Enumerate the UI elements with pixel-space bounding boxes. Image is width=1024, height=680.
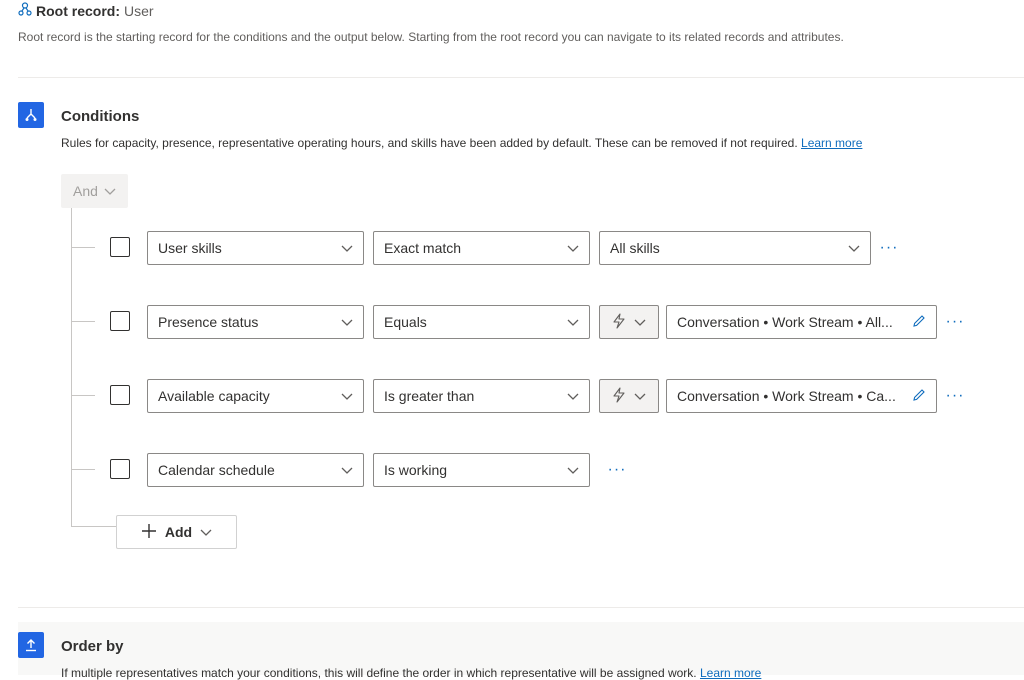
- chevron-down-icon: [104, 183, 116, 199]
- more-options-icon[interactable]: ···: [605, 460, 629, 480]
- order-by-learn-more-link[interactable]: Learn more: [700, 666, 761, 680]
- tree-branch: [71, 526, 117, 527]
- chevron-down-icon: [341, 240, 353, 256]
- lightning-icon: [612, 312, 626, 332]
- value-dropdown[interactable]: All skills: [599, 231, 871, 265]
- attribute-dropdown[interactable]: Presence status: [147, 305, 364, 339]
- section-divider: [18, 607, 1024, 608]
- conditions-description: Rules for capacity, presence, representa…: [61, 136, 863, 150]
- group-operator-dropdown[interactable]: And: [61, 174, 128, 208]
- chevron-down-icon: [567, 388, 579, 404]
- group-operator-label: And: [73, 183, 98, 199]
- pencil-icon[interactable]: [912, 388, 926, 405]
- chevron-down-icon: [634, 388, 646, 404]
- order-by-icon: [18, 632, 44, 658]
- more-options-icon[interactable]: ···: [943, 386, 967, 406]
- dynamic-value-field[interactable]: Conversation • Work Stream • Ca...: [666, 379, 937, 413]
- lightning-icon: [612, 386, 626, 406]
- add-condition-button[interactable]: Add: [116, 515, 237, 549]
- dynamic-value-field[interactable]: Conversation • Work Stream • All...: [666, 305, 937, 339]
- condition-checkbox[interactable]: [110, 237, 130, 257]
- chevron-down-icon: [567, 240, 579, 256]
- attribute-dropdown[interactable]: User skills: [147, 231, 364, 265]
- pencil-icon[interactable]: [912, 314, 926, 331]
- operator-dropdown[interactable]: Is working: [373, 453, 590, 487]
- attribute-dropdown[interactable]: Available capacity: [147, 379, 364, 413]
- section-divider: [18, 77, 1024, 78]
- condition-checkbox[interactable]: [110, 385, 130, 405]
- plus-icon: [141, 523, 157, 542]
- condition-checkbox[interactable]: [110, 311, 130, 331]
- tree-branch: [71, 321, 95, 322]
- more-options-icon[interactable]: ···: [943, 312, 967, 332]
- tree-connector: [71, 208, 72, 526]
- operator-dropdown[interactable]: Equals: [373, 305, 590, 339]
- chevron-down-icon: [341, 388, 353, 404]
- chevron-down-icon: [567, 462, 579, 478]
- tree-branch: [71, 247, 95, 248]
- conditions-icon: [18, 102, 44, 128]
- chevron-down-icon: [200, 524, 212, 540]
- chevron-down-icon: [567, 314, 579, 330]
- chevron-down-icon: [341, 462, 353, 478]
- conditions-title: Conditions: [61, 108, 140, 125]
- conditions-learn-more-link[interactable]: Learn more: [801, 136, 862, 150]
- value-type-dropdown[interactable]: [599, 305, 659, 339]
- add-label: Add: [164, 524, 193, 540]
- value-type-dropdown[interactable]: [599, 379, 659, 413]
- tree-branch: [71, 469, 95, 470]
- order-by-title: Order by: [61, 638, 124, 655]
- tree-branch: [71, 395, 95, 396]
- root-record-description: Root record is the starting record for t…: [18, 30, 844, 44]
- root-record-label: Root record:: [36, 2, 120, 19]
- attribute-dropdown[interactable]: Calendar schedule: [147, 453, 364, 487]
- condition-checkbox[interactable]: [110, 459, 130, 479]
- chevron-down-icon: [341, 314, 353, 330]
- more-options-icon[interactable]: ···: [877, 238, 901, 258]
- operator-dropdown[interactable]: Exact match: [373, 231, 590, 265]
- chevron-down-icon: [634, 314, 646, 330]
- operator-dropdown[interactable]: Is greater than: [373, 379, 590, 413]
- relationship-icon: [18, 2, 32, 19]
- root-record-value: User: [124, 2, 154, 19]
- order-by-description: If multiple representatives match your c…: [61, 666, 762, 680]
- chevron-down-icon: [848, 240, 860, 256]
- root-record-header: Root record: User: [18, 2, 154, 19]
